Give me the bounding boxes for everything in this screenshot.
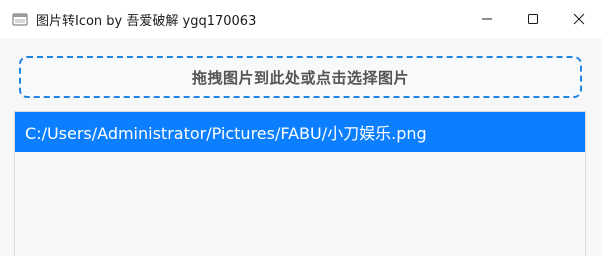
minimize-icon [481,13,493,25]
minimize-button[interactable] [464,0,510,38]
file-path: C:/Users/Administrator/Pictures/FABU/小刀娱… [25,124,427,143]
image-drop-zone[interactable]: 拖拽图片到此处或点击选择图片 [19,56,582,98]
file-list[interactable]: C:/Users/Administrator/Pictures/FABU/小刀娱… [14,111,586,256]
maximize-button[interactable] [510,0,556,38]
maximize-icon [527,13,539,25]
list-item[interactable]: C:/Users/Administrator/Pictures/FABU/小刀娱… [15,112,585,152]
app-window-icon [12,11,28,27]
close-button[interactable] [556,0,602,38]
drop-zone-label: 拖拽图片到此处或点击选择图片 [191,68,409,87]
title-bar[interactable]: 图片转Icon by 吾爱破解 ygq170063 [0,0,602,38]
app-window: 图片转Icon by 吾爱破解 ygq170063 拖拽图片到此处或点击选择图片… [0,0,602,256]
main-content: 拖拽图片到此处或点击选择图片 C:/Users/Administrator/Pi… [0,38,602,256]
window-controls [464,0,602,38]
window-title: 图片转Icon by 吾爱破解 ygq170063 [36,13,257,29]
close-icon [573,13,585,25]
